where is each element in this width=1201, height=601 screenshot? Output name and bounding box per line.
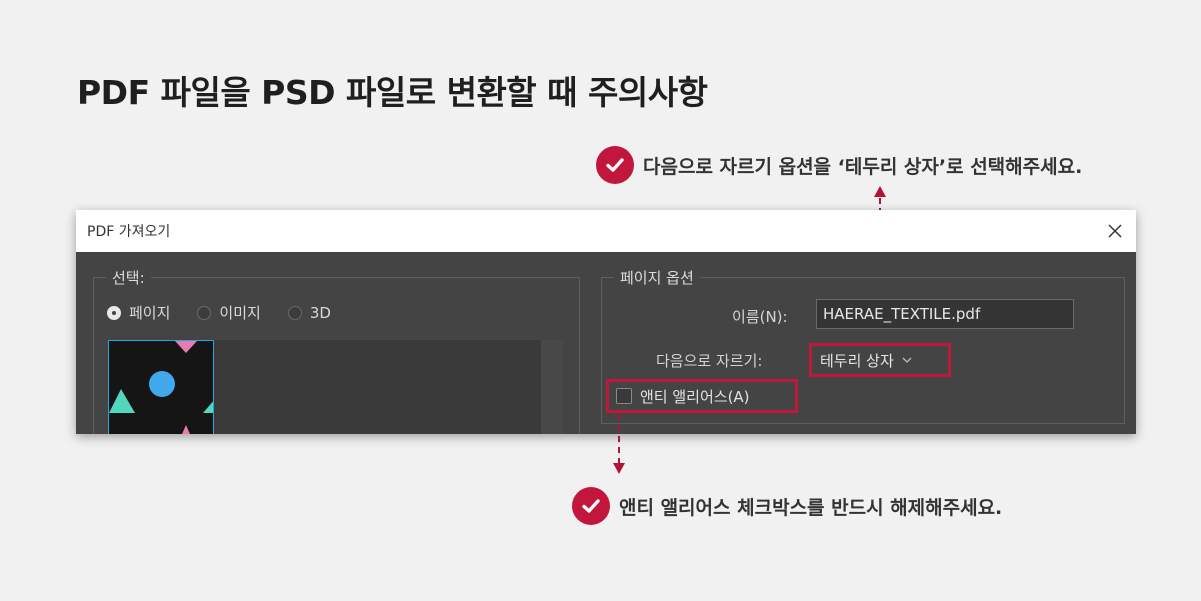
page-thumbnail[interactable] <box>108 340 214 434</box>
page-title: PDF 파일을 PSD 파일로 변환할 때 주의사항 <box>77 73 708 112</box>
pdf-import-dialog: PDF 가져오기 선택: 페이지 이미지 3D 페이지 옵션 이름(N): HA… <box>76 210 1136 434</box>
radio-label: 이미지 <box>219 304 261 322</box>
radio-unselected-icon <box>197 305 212 320</box>
antialias-checkbox[interactable]: 앤티 앨리어스(A) <box>606 379 798 413</box>
thumbnail-scrollbar[interactable] <box>541 340 563 434</box>
thumbnail-pattern-icon <box>109 341 213 434</box>
name-input[interactable] <box>816 299 1074 329</box>
page-options-legend: 페이지 옵션 <box>620 269 694 287</box>
name-label: 이름(N): <box>732 308 788 326</box>
chevron-down-icon <box>902 357 912 363</box>
callout-text: 다음으로 자르기 옵션을 ‘테두리 상자’로 선택해주세요. <box>643 155 1083 178</box>
page-thumbnail-list[interactable] <box>108 340 563 434</box>
callout-antialias: 앤티 앨리어스 체크박스를 반드시 해제해주세요. <box>572 487 1002 525</box>
crop-select-value: 테두리 상자 <box>820 351 894 370</box>
radio-selected-icon <box>107 305 121 320</box>
antialias-label: 앤티 앨리어스(A) <box>640 387 750 406</box>
radio-label: 3D <box>309 303 331 322</box>
close-icon[interactable] <box>1102 218 1128 244</box>
crop-to-select[interactable]: 테두리 상자 <box>809 343 951 377</box>
select-radio-group: 페이지 이미지 3D <box>107 302 358 323</box>
radio-unselected-icon <box>287 305 302 320</box>
callout-text: 앤티 앨리어스 체크박스를 반드시 해제해주세요. <box>619 496 1003 519</box>
select-group-legend: 선택: <box>112 269 145 287</box>
radio-label: 페이지 <box>129 304 171 322</box>
radio-image[interactable]: 이미지 <box>197 302 261 323</box>
checkbox-unchecked-icon <box>616 388 632 404</box>
radio-page[interactable]: 페이지 <box>107 302 170 323</box>
dialog-title: PDF 가져오기 <box>87 224 171 240</box>
check-icon <box>596 146 634 184</box>
crop-label: 다음으로 자르기: <box>656 352 763 370</box>
check-icon <box>572 487 610 525</box>
callout-crop-option: 다음으로 자르기 옵션을 ‘테두리 상자’로 선택해주세요. <box>596 146 1082 184</box>
radio-3d[interactable]: 3D <box>287 302 331 323</box>
arrow-down-line <box>618 414 620 464</box>
arrow-down-head <box>613 463 625 474</box>
dialog-titlebar: PDF 가져오기 <box>76 210 1136 252</box>
arrow-up-head <box>874 186 886 197</box>
